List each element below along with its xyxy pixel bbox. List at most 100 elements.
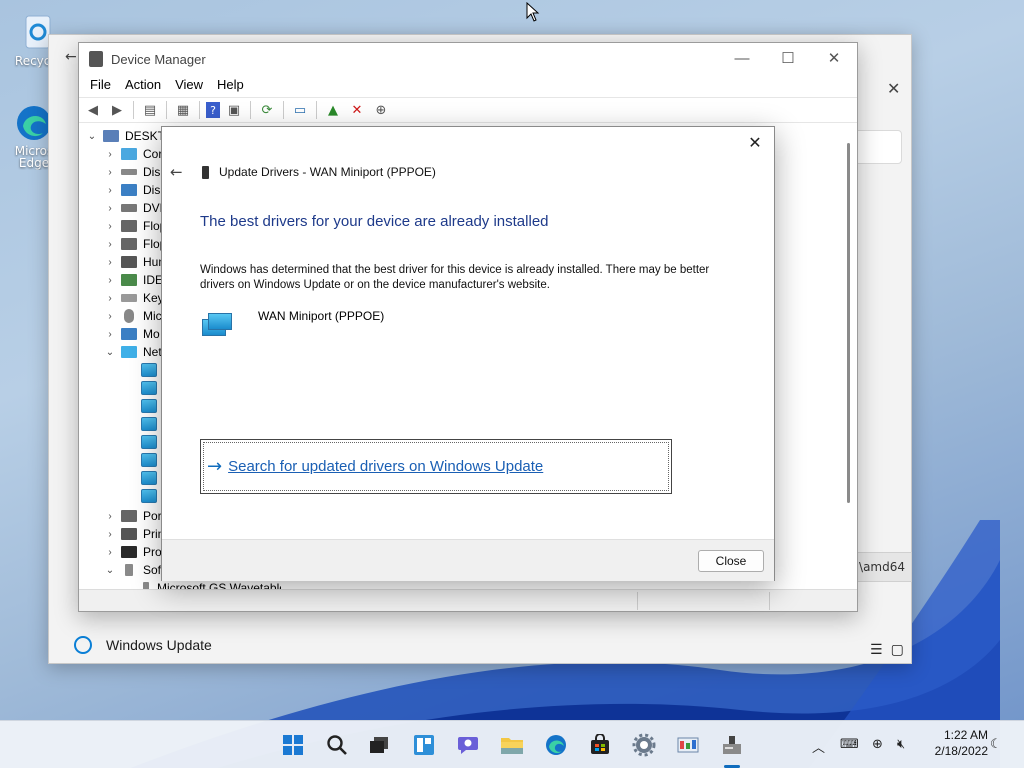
network-adapter-row[interactable] — [141, 469, 157, 487]
square-view-icon[interactable]: ▢ — [891, 642, 904, 658]
minimize-icon[interactable]: — — [719, 43, 765, 73]
chevron-right-icon[interactable]: › — [103, 293, 117, 304]
volume-muted-icon[interactable]: 🔇︎ — [897, 737, 905, 752]
maximize-icon[interactable]: ☐ — [765, 43, 811, 73]
chat-icon[interactable] — [456, 733, 480, 757]
chevron-right-icon[interactable]: › — [103, 167, 117, 178]
software-device-icon — [143, 582, 149, 589]
refresh-icon — [74, 636, 92, 654]
device-manager-icon — [89, 51, 103, 67]
chevron-down-icon[interactable]: ⌄ — [103, 565, 117, 576]
file-explorer-icon[interactable] — [500, 733, 524, 757]
chevron-right-icon[interactable]: › — [103, 257, 117, 268]
chevron-right-icon[interactable]: › — [103, 239, 117, 250]
control-panel-icon[interactable] — [676, 733, 700, 757]
download-circle-icon[interactable]: ⊕ — [371, 100, 391, 120]
tree-item[interactable]: › Hum — [103, 253, 168, 271]
device-icon — [202, 165, 209, 179]
hid-icon — [121, 256, 137, 268]
tree-item[interactable]: › IDE — [103, 271, 163, 289]
chevron-down-icon[interactable]: ⌄ — [85, 131, 99, 142]
chevron-right-icon[interactable]: › — [103, 511, 117, 522]
dvd-icon — [121, 204, 137, 212]
start-icon[interactable] — [281, 733, 305, 757]
settings-nav-label: Windows Update — [106, 637, 212, 653]
tree-item[interactable]: › Flop — [103, 217, 166, 235]
update-driver-icon[interactable]: ⟳ — [257, 100, 277, 120]
network-adapter-row[interactable] — [141, 451, 157, 469]
forward-arrow-icon[interactable]: ▶ — [107, 100, 127, 120]
menu-view[interactable]: View — [168, 75, 210, 97]
tree-label: Net — [143, 345, 162, 359]
action-view-icon[interactable]: ▣ — [224, 100, 244, 120]
settings-nav-windows-update[interactable]: Windows Update — [74, 636, 212, 654]
uninstall-device-icon[interactable]: ✕ — [347, 100, 367, 120]
tree-item[interactable]: › Flop — [103, 235, 166, 253]
menu-help[interactable]: Help — [210, 75, 251, 97]
window-caption-buttons: — ☐ ✕ — [719, 43, 857, 73]
show-hide-tree-icon[interactable]: ▤ — [140, 100, 160, 120]
system-clock[interactable]: 1:22 AM 2/18/2022 — [922, 727, 988, 759]
network-adapter-row[interactable] — [141, 433, 157, 451]
chevron-right-icon[interactable]: › — [103, 203, 117, 214]
tree-item[interactable]: › Key — [103, 289, 163, 307]
edge-icon[interactable] — [544, 733, 568, 757]
dialog-description: Windows has determined that the best dri… — [200, 264, 710, 291]
tree-item[interactable]: ⌄ Soft — [103, 561, 165, 579]
settings-back-icon[interactable]: ← — [65, 49, 77, 65]
port-icon — [121, 510, 137, 522]
network-adapter-row[interactable] — [141, 397, 157, 415]
chevron-down-icon[interactable]: ⌄ — [103, 347, 117, 358]
tree-item[interactable]: › Disk — [103, 163, 166, 181]
help-icon[interactable]: ? — [206, 102, 220, 118]
device-manager-taskbar-icon[interactable] — [720, 733, 744, 757]
store-icon[interactable] — [588, 733, 612, 757]
widgets-icon[interactable] — [412, 733, 436, 757]
dialog-footer: Close — [162, 539, 774, 581]
chevron-up-icon[interactable]: ︿ — [812, 737, 825, 756]
menu-action[interactable]: Action — [118, 75, 168, 97]
task-view-icon[interactable] — [367, 733, 391, 757]
tree-item[interactable]: › DVD — [103, 199, 168, 217]
tree-item[interactable]: › Mo — [103, 325, 159, 343]
list-view-icon[interactable]: ☰ — [870, 642, 883, 658]
chevron-right-icon[interactable]: › — [103, 149, 117, 160]
chevron-right-icon[interactable]: › — [103, 311, 117, 322]
network-globe-icon[interactable]: ⊕ — [872, 737, 883, 752]
chevron-right-icon[interactable]: › — [103, 221, 117, 232]
notification-icon[interactable]: ☾ — [990, 737, 1002, 752]
network-adapter-row[interactable] — [141, 361, 157, 379]
chevron-right-icon[interactable]: › — [103, 529, 117, 540]
chevron-right-icon[interactable]: › — [103, 547, 117, 558]
back-arrow-icon[interactable]: ◀ — [83, 100, 103, 120]
keyboard-icon[interactable]: ⌨ — [840, 737, 859, 752]
network-adapter-row[interactable] — [141, 379, 157, 397]
tree-item[interactable]: › Prin — [103, 525, 164, 543]
close-icon[interactable]: ✕ — [811, 43, 857, 73]
chevron-right-icon[interactable]: › — [103, 275, 117, 286]
tree-item[interactable]: › Disp — [103, 181, 167, 199]
tree-item[interactable]: › Mic — [103, 307, 162, 325]
scrollbar[interactable] — [847, 143, 850, 503]
disk-icon — [121, 169, 137, 175]
tree-item[interactable]: › Pro — [103, 543, 161, 561]
settings-gear-icon[interactable] — [632, 733, 656, 757]
scan-hardware-icon[interactable]: ▭ — [290, 100, 310, 120]
network-adapter-row[interactable] — [141, 415, 157, 433]
properties-icon[interactable]: ▦ — [173, 100, 193, 120]
close-button[interactable]: Close — [698, 550, 764, 572]
add-driver-icon[interactable]: ▲ — [323, 100, 343, 120]
network-adapter-icon — [141, 363, 157, 377]
tree-item[interactable]: ⌄ Net — [103, 343, 162, 361]
close-icon[interactable]: ✕ — [744, 133, 766, 153]
network-adapter-row[interactable] — [141, 487, 157, 505]
search-icon[interactable] — [325, 733, 349, 757]
tree-item[interactable]: › Cor — [103, 145, 162, 163]
chevron-right-icon[interactable]: › — [103, 185, 117, 196]
tree-item[interactable]: › Por — [103, 507, 161, 525]
settings-close-icon[interactable]: ✕ — [887, 79, 900, 98]
chevron-right-icon[interactable]: › — [103, 329, 117, 340]
menu-file[interactable]: File — [83, 75, 118, 97]
search-windows-update-link[interactable]: → Search for updated drivers on Windows … — [200, 439, 672, 494]
back-arrow-icon[interactable]: ← — [170, 163, 183, 181]
